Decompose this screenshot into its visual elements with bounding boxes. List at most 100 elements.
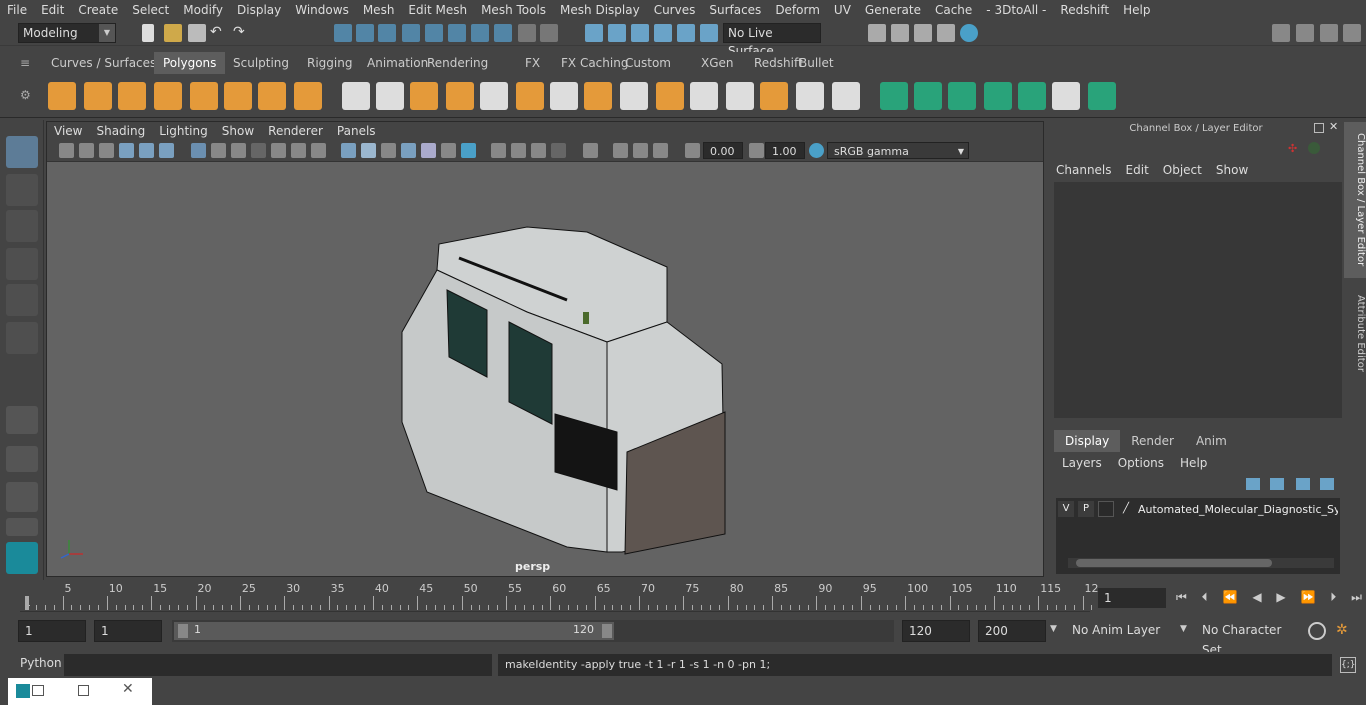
shelf-cube-icon[interactable] [84, 82, 112, 110]
channel-box-menu-edit[interactable]: Edit [1126, 160, 1157, 180]
scrollbar-thumb[interactable] [1076, 559, 1272, 567]
maximize-icon[interactable] [78, 685, 89, 696]
snap-together-icon[interactable] [585, 24, 603, 42]
shelf-fill-hole-icon[interactable] [656, 82, 684, 110]
depth-of-field-icon[interactable] [531, 143, 546, 158]
menu-mesh-display[interactable]: Mesh Display [553, 0, 647, 20]
shelf-tab-custom[interactable]: Custom [616, 52, 680, 74]
auto-key-icon[interactable] [1308, 622, 1326, 640]
shelf-uv-editor-icon[interactable] [1018, 82, 1046, 110]
layer-menu-layers[interactable]: Layers [1062, 454, 1102, 472]
use-all-lights-icon[interactable] [421, 143, 436, 158]
tab-anim[interactable]: Anim [1184, 430, 1238, 452]
viewport-menu-show[interactable]: Show [215, 122, 261, 140]
snap-point-icon[interactable] [448, 24, 466, 42]
xray-icon[interactable] [583, 143, 598, 158]
range-start-grip[interactable] [178, 624, 188, 638]
select-by-object-icon[interactable] [356, 24, 374, 42]
two-d-pan-zoom-icon[interactable] [139, 143, 154, 158]
layer-menu-help[interactable]: Help [1180, 454, 1207, 472]
shelf-tab-sculpting[interactable]: Sculpting [224, 52, 298, 74]
bookmark-icon[interactable] [99, 143, 114, 158]
anim-layer-dropdown[interactable]: No Anim Layer [1066, 620, 1178, 642]
layer-visibility-toggle[interactable]: V [1058, 501, 1074, 517]
shelf-target-weld-icon[interactable] [796, 82, 824, 110]
four-view-layout-icon[interactable] [6, 446, 38, 472]
layer-row[interactable]: V P ╱ Automated_Molecular_Diagnostic_Sys… [1058, 500, 1338, 518]
shelf-insert-edge-loop-icon[interactable] [726, 82, 754, 110]
shelf-automatic-uv-icon[interactable] [984, 82, 1012, 110]
shelf-cylinder-icon[interactable] [118, 82, 146, 110]
grid-icon[interactable] [191, 143, 206, 158]
menu-deform[interactable]: Deform [768, 0, 827, 20]
move-layer-down-icon[interactable] [1270, 478, 1284, 490]
render-settings-icon[interactable] [937, 24, 955, 42]
channel-box-side-tab[interactable]: Channel Box / Layer Editor [1344, 122, 1366, 278]
chevron-down-icon[interactable]: ▼ [1180, 624, 1187, 634]
start-time-field[interactable]: 1 [18, 620, 86, 642]
shelf-tab-curves-surfaces[interactable]: Curves / Surfaces [42, 52, 165, 74]
shelf-tab-polygons[interactable]: Polygons [154, 52, 226, 74]
command-input[interactable] [64, 654, 492, 676]
shelf-boolean-icon[interactable] [480, 82, 508, 110]
xray-active-icon[interactable] [633, 143, 648, 158]
menu-create[interactable]: Create [71, 0, 125, 20]
new-layer-icon[interactable] [1296, 478, 1310, 490]
ipr-render-icon[interactable] [914, 24, 932, 42]
menu-modify[interactable]: Modify [176, 0, 230, 20]
snap-curve-icon[interactable] [425, 24, 443, 42]
image-plane-icon[interactable] [119, 143, 134, 158]
shelf-torus-icon[interactable] [224, 82, 252, 110]
shelf-checker-icon[interactable] [1052, 82, 1080, 110]
command-language-label[interactable]: Python [20, 656, 62, 670]
open-scene-icon[interactable] [164, 24, 182, 42]
current-frame-field[interactable]: 1 [1098, 588, 1166, 608]
shadows-icon[interactable] [441, 143, 456, 158]
menu-cache[interactable]: Cache [928, 0, 979, 20]
shelf-extract-icon[interactable] [410, 82, 438, 110]
step-forward-icon[interactable]: ⏵ [1330, 590, 1336, 606]
menu-edit[interactable]: Edit [34, 0, 71, 20]
color-management-icon[interactable] [809, 143, 824, 158]
channel-box-menu-show[interactable]: Show [1216, 160, 1256, 180]
color-space-dropdown[interactable]: sRGB gamma ▼ [827, 142, 969, 159]
snap-plane-icon[interactable] [654, 24, 672, 42]
rotate-tool-icon[interactable] [6, 284, 38, 316]
go-to-end-icon[interactable]: ⏭ [1351, 590, 1362, 606]
shelf-offset-edge-loop-icon[interactable] [760, 82, 788, 110]
scale-tool-icon[interactable] [6, 322, 38, 354]
range-slider[interactable]: 1 120 [172, 620, 894, 642]
viewport-menu-view[interactable]: View [47, 122, 89, 140]
xray-joints-icon[interactable] [613, 143, 628, 158]
single-perspective-layout-icon[interactable] [6, 406, 38, 434]
range-end-grip[interactable] [602, 624, 612, 638]
safe-title-icon[interactable] [311, 143, 326, 158]
outliner-layout-icon[interactable] [6, 518, 38, 536]
undo-icon[interactable]: ↶ [210, 24, 228, 42]
viewport-menu-panels[interactable]: Panels [330, 122, 383, 140]
step-back-icon[interactable]: ⏴ [1202, 590, 1208, 606]
shelf-plane-icon[interactable] [190, 82, 218, 110]
menu-curves[interactable]: Curves [647, 0, 703, 20]
lock-icon[interactable] [518, 24, 536, 42]
current-time-indicator[interactable] [25, 596, 29, 610]
viewport-panel[interactable]: View Shading Lighting Show Renderer Panels 0.… [46, 121, 1044, 577]
menu-display[interactable]: Display [230, 0, 288, 20]
render-view-icon[interactable] [868, 24, 886, 42]
resolution-gate-icon[interactable] [231, 143, 246, 158]
save-scene-icon[interactable] [188, 24, 206, 42]
viewport-menu-lighting[interactable]: Lighting [152, 122, 215, 140]
menu-select[interactable]: Select [125, 0, 176, 20]
channel-box-area[interactable] [1054, 182, 1342, 418]
live-surface-field[interactable]: No Live Surface [723, 23, 821, 58]
channel-box-menu-object[interactable]: Object [1163, 160, 1210, 180]
shelf-sphere-icon[interactable] [48, 82, 76, 110]
float-panel-icon[interactable] [1314, 123, 1324, 133]
shelf-spherical-uv-icon[interactable] [948, 82, 976, 110]
isolate-select-icon[interactable] [551, 143, 566, 158]
camera-attributes-icon[interactable] [79, 143, 94, 158]
close-icon[interactable]: ✕ [122, 681, 136, 699]
menu-3dtoall[interactable]: - 3DtoAll - [979, 0, 1053, 20]
shelf-combine-icon[interactable] [342, 82, 370, 110]
end-time-field[interactable]: 200 [978, 620, 1046, 642]
